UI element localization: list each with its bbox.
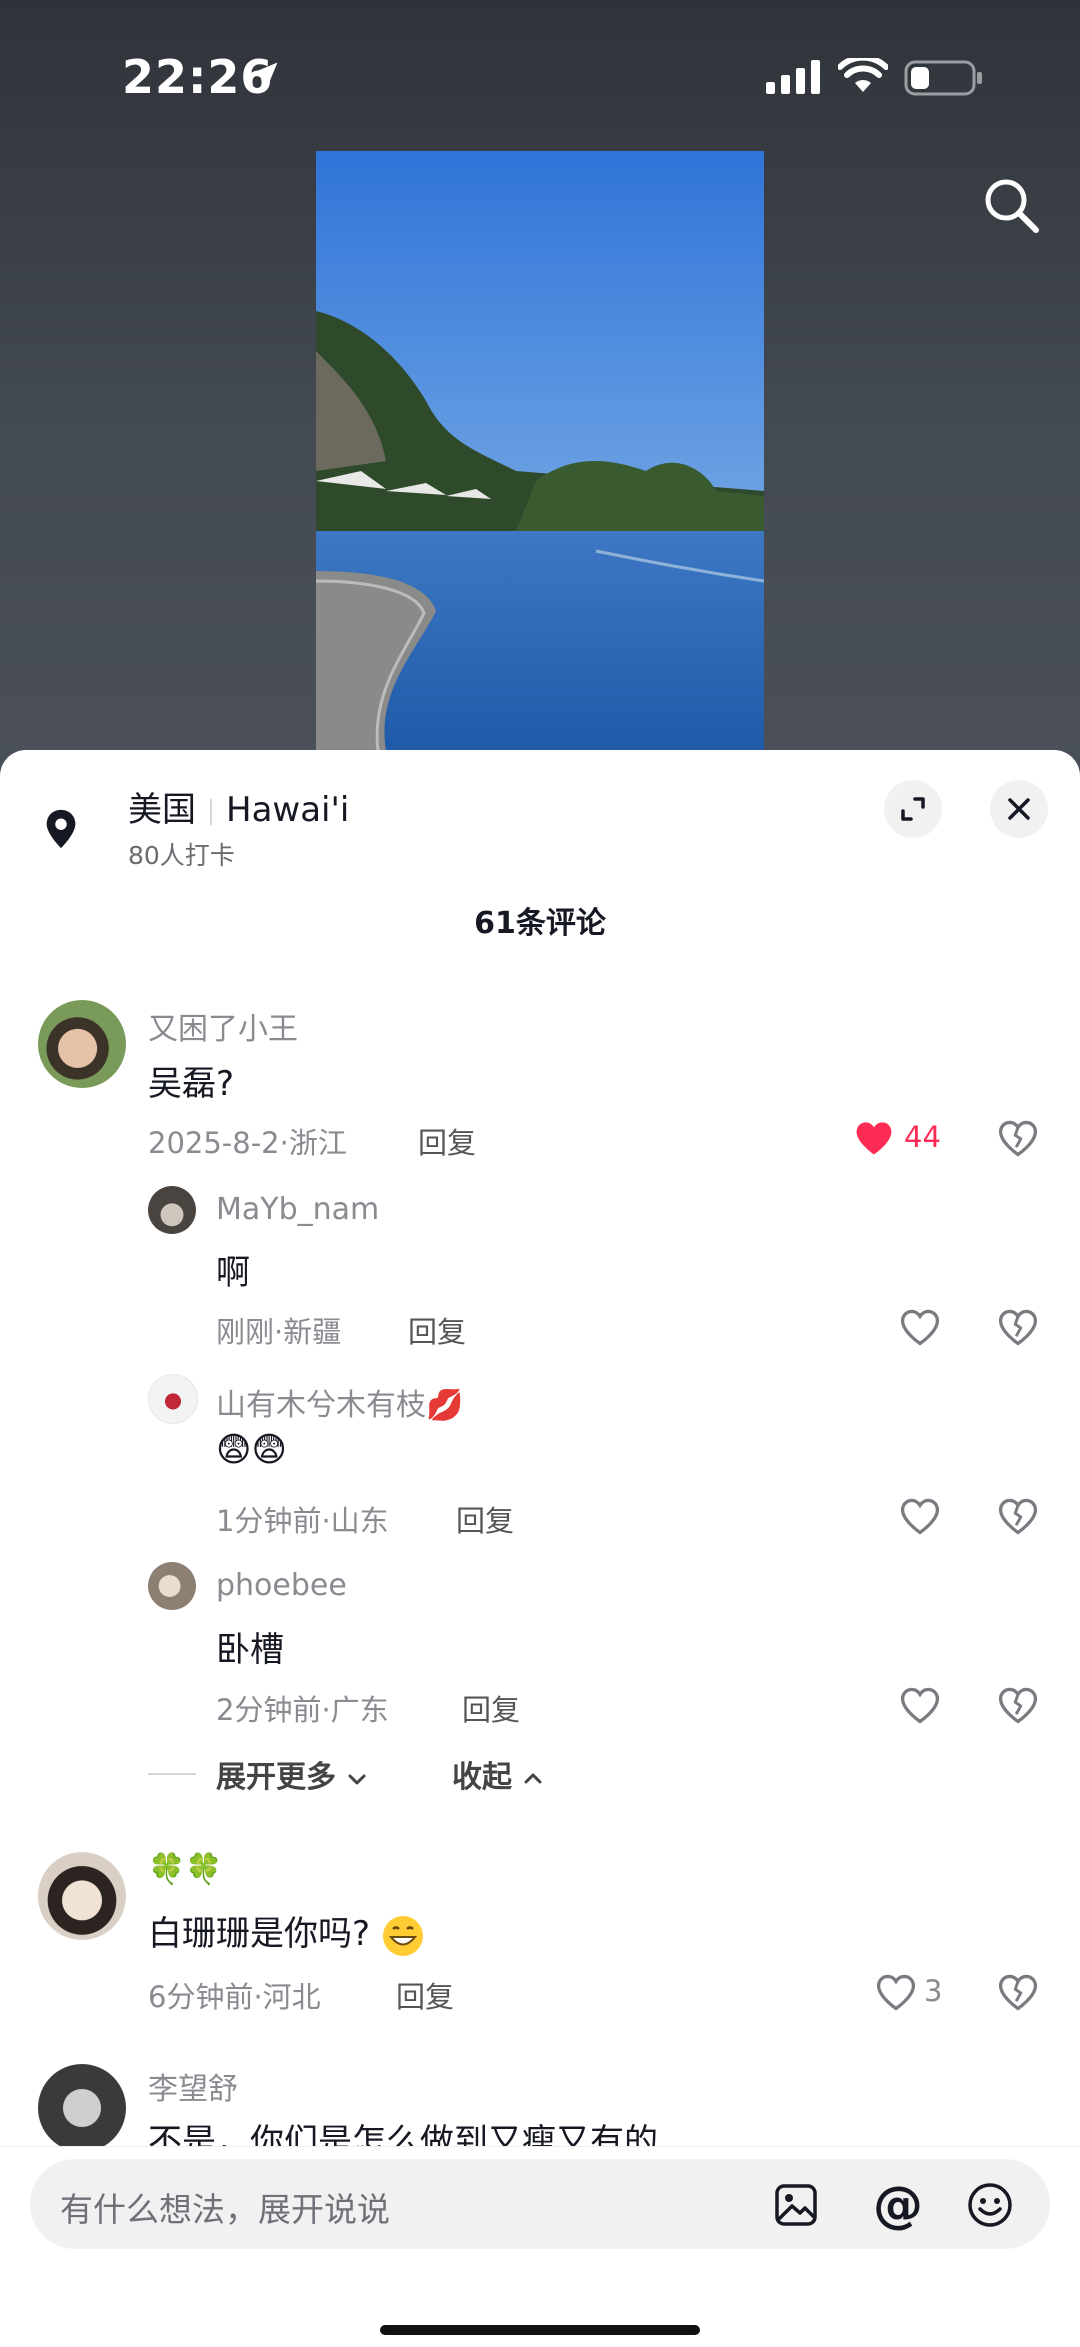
comment-region: 新疆	[283, 1315, 342, 1349]
expand-button[interactable]	[884, 780, 942, 838]
location-title[interactable]: 美国 Hawai'i	[128, 782, 349, 831]
title-divider	[210, 798, 212, 825]
comment-date: 6分钟前	[148, 1980, 254, 2014]
comment-text-body: 白珊珊是你吗?	[148, 1914, 371, 1954]
location-arrow-icon	[250, 62, 278, 90]
status-bar: 22:26	[0, 0, 1080, 150]
reply-button[interactable]: 回复	[418, 1120, 476, 1162]
reply-button[interactable]: 回复	[408, 1309, 466, 1351]
comment-text: 白珊珊是你吗?	[148, 1906, 425, 1958]
comment-date: 2分钟前	[216, 1693, 322, 1727]
pool-scene-image	[316, 151, 764, 751]
meta-separator: ·	[253, 1980, 263, 2014]
map-pin-icon	[46, 809, 76, 849]
avatar[interactable]	[148, 1186, 196, 1234]
video-thumbnail[interactable]	[316, 151, 764, 751]
collapse-label: 收起	[452, 1760, 512, 1795]
comment-meta: 2分钟前·广东	[216, 1687, 389, 1729]
close-icon	[1008, 798, 1030, 820]
meta-separator: ·	[279, 1126, 289, 1160]
comment-region: 广东	[330, 1693, 389, 1727]
chevron-up-icon	[524, 1773, 542, 1783]
avatar[interactable]	[148, 1374, 198, 1424]
like-count: 3	[924, 1974, 943, 2008]
battery-icon	[904, 60, 982, 96]
location-country: 美国	[128, 790, 196, 830]
thread-line	[148, 1773, 196, 1775]
avatar[interactable]	[38, 1000, 126, 1088]
comment-input-placeholder: 有什么想法，展开说说	[60, 2190, 390, 2229]
comment-meta: 1分钟前·山东	[216, 1498, 389, 1540]
heart-icon[interactable]	[898, 1683, 942, 1727]
meta-separator: ·	[321, 1693, 331, 1727]
comment-meta: 刚刚·新疆	[216, 1309, 341, 1351]
dislike-icon[interactable]	[996, 1494, 1040, 1538]
meta-separator: ·	[321, 1504, 331, 1538]
grin-emoji-icon	[382, 1915, 423, 1956]
comment-count: 61条评论	[474, 906, 606, 941]
comment-meta: 6分钟前·河北	[148, 1974, 321, 2016]
comment-username[interactable]: MaYb_nam	[216, 1192, 379, 1227]
comment-date: 刚刚	[216, 1315, 275, 1349]
dislike-icon[interactable]	[996, 1116, 1040, 1160]
expand-more-label: 展开更多	[216, 1760, 336, 1795]
comment-region: 浙江	[288, 1126, 347, 1160]
comment-text: 卧槽	[216, 1630, 284, 1670]
comment-username[interactable]: 又困了小王	[148, 1004, 298, 1048]
comment-region: 河北	[262, 1980, 321, 2014]
like-count: 44	[904, 1120, 941, 1154]
comment-username[interactable]: 山有木兮木有枝💋	[216, 1380, 463, 1424]
avatar[interactable]	[38, 1852, 126, 1940]
heart-icon[interactable]	[898, 1305, 942, 1349]
comment-text: 啊	[216, 1253, 250, 1293]
expand-more-button[interactable]: 展开更多	[216, 1752, 368, 1796]
reply-button[interactable]: 回复	[396, 1974, 454, 2016]
heart-icon[interactable]	[874, 1970, 918, 2014]
comment-text: 吴磊?	[148, 1064, 235, 1104]
image-icon[interactable]	[772, 2181, 820, 2229]
chevron-down-icon	[348, 1774, 366, 1784]
heart-icon[interactable]	[852, 1116, 896, 1160]
search-icon[interactable]	[978, 172, 1046, 240]
dislike-icon[interactable]	[996, 1970, 1040, 2014]
at-icon[interactable]: @	[870, 2177, 926, 2233]
collapse-button[interactable]: 收起	[452, 1752, 544, 1796]
avatar[interactable]	[38, 2064, 126, 2152]
dislike-icon[interactable]	[996, 1305, 1040, 1349]
heart-icon[interactable]	[898, 1494, 942, 1538]
emoji-icon[interactable]	[966, 2181, 1014, 2229]
comment-region: 山东	[330, 1504, 389, 1538]
expand-icon	[901, 797, 925, 821]
signal-icon	[766, 60, 820, 94]
avatar[interactable]	[148, 1562, 196, 1610]
comment-text: 😨😨	[216, 1430, 287, 1470]
close-button[interactable]	[990, 780, 1048, 838]
comment-input-bar: 有什么想法，展开说说 @	[0, 2146, 1080, 2347]
reply-button[interactable]: 回复	[462, 1687, 520, 1729]
meta-separator: ·	[274, 1315, 284, 1349]
wifi-icon	[838, 58, 888, 92]
comment-input[interactable]: 有什么想法，展开说说 @	[30, 2159, 1050, 2249]
dislike-icon[interactable]	[996, 1683, 1040, 1727]
reply-button[interactable]: 回复	[456, 1498, 514, 1540]
home-indicator[interactable]	[380, 2325, 700, 2335]
comment-username[interactable]: 🍀🍀	[148, 1852, 223, 1887]
comment-username[interactable]: 李望舒	[148, 2064, 238, 2108]
comment-meta: 2025-8-2·浙江	[148, 1120, 347, 1162]
comment-date: 1分钟前	[216, 1504, 322, 1538]
thread-controls: 展开更多 收起	[148, 1752, 598, 1796]
comment-date: 2025-8-2	[148, 1126, 280, 1160]
checkin-count: 80人打卡	[128, 841, 235, 870]
comment-username[interactable]: phoebee	[216, 1568, 347, 1603]
location-place: Hawai'i	[226, 790, 350, 830]
video-backdrop: 22:26	[0, 0, 1080, 780]
